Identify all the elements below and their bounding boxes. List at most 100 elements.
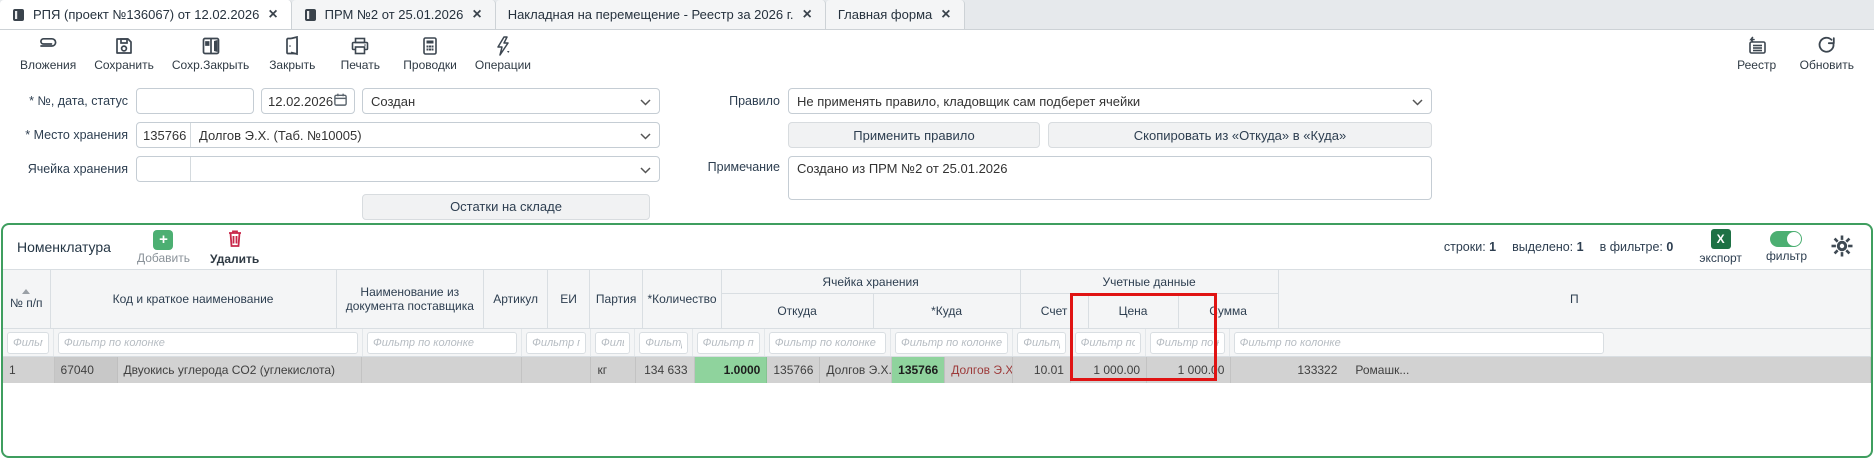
plus-icon: + <box>153 230 173 250</box>
filter-input-code-name[interactable] <box>58 332 358 354</box>
tab-transfer-registry[interactable]: Накладная на перемещение - Реестр за 202… <box>496 0 826 29</box>
rows-count: 1 <box>1489 240 1496 254</box>
lightning-icon <box>494 36 512 56</box>
column-header-doc-name[interactable]: Наименование из документа поставщика <box>337 270 484 328</box>
stock-balance-button[interactable]: Остатки на складе <box>362 194 650 220</box>
cell-price[interactable]: 1 000.00 <box>1071 357 1147 383</box>
storage-cell-select[interactable] <box>136 156 660 182</box>
column-header-to[interactable]: *Куда <box>874 294 1021 328</box>
close-icon[interactable]: × <box>471 7 482 23</box>
storage-place-name: Долгов Э.Х. (Таб. №10005) <box>191 123 640 147</box>
filter-input-receiver[interactable] <box>1234 332 1604 354</box>
column-header-batch[interactable]: Партия <box>590 270 644 328</box>
chevron-down-icon <box>640 94 651 109</box>
tab-main-form[interactable]: Главная форма × <box>826 0 965 29</box>
close-icon[interactable]: × <box>801 7 812 23</box>
column-header-num[interactable]: № п/п <box>3 270 51 328</box>
document-form: * №, дата, статус 12.02.2026 Создан <box>0 78 1874 223</box>
column-header-price[interactable]: Цена <box>1089 294 1179 328</box>
cell-account[interactable]: 10.01 <box>1013 357 1071 383</box>
document-icon <box>12 8 25 22</box>
close-icon[interactable]: × <box>940 7 951 23</box>
tab-label: Главная форма <box>838 7 932 22</box>
doc-status-select[interactable]: Создан <box>362 88 660 114</box>
column-header-article[interactable]: Артикул <box>484 270 548 328</box>
operations-button[interactable]: Операции <box>469 34 537 74</box>
group-header-accounting: Учетные данные <box>1021 270 1279 294</box>
attachments-button[interactable]: Вложения <box>14 34 82 74</box>
save-icon <box>114 36 134 56</box>
column-header-from[interactable]: Откуда <box>722 294 874 328</box>
cell-num[interactable]: 1 <box>3 357 55 383</box>
filter-input-qty[interactable] <box>697 332 760 354</box>
delete-row-button[interactable]: Удалить <box>210 228 259 266</box>
cell-code: 67040 <box>55 357 118 383</box>
cell-receiver-code: 133322 <box>1231 357 1343 383</box>
storage-place-label: * Место хранения <box>0 128 128 142</box>
storage-place-code: 135766 <box>137 123 191 147</box>
column-header-qty[interactable]: *Количество <box>643 270 721 328</box>
doc-number-input[interactable] <box>136 88 254 114</box>
filter-input-account[interactable] <box>1017 332 1065 354</box>
cell-batch[interactable]: 134 633 <box>636 357 694 383</box>
cell-to[interactable]: 135766 Долгов Э.Х. (Т... <box>892 357 1013 383</box>
doc-date-field[interactable]: 12.02.2026 <box>261 88 355 114</box>
add-row-button[interactable]: + Добавить <box>137 230 190 265</box>
cell-article[interactable] <box>522 357 592 383</box>
registry-button[interactable]: Реестр <box>1726 34 1788 74</box>
tab-prm[interactable]: ПРМ №2 от 25.01.2026 × <box>292 0 496 29</box>
storage-place-select[interactable]: 135766 Долгов Э.Х. (Таб. №10005) <box>136 122 660 148</box>
refresh-icon <box>1817 36 1837 56</box>
storage-cell-name <box>191 157 640 181</box>
filter-input-unit[interactable] <box>595 332 630 354</box>
selected-count: 1 <box>1577 240 1584 254</box>
rule-select[interactable]: Не применять правило, кладовщик сам подб… <box>788 88 1432 114</box>
cell-qty[interactable]: 1.0000 <box>695 357 768 383</box>
save-close-icon <box>201 36 221 56</box>
filter-input-to[interactable] <box>895 332 1008 354</box>
grid-stats: строки: 1 выделено: 1 в фильтре: 0 <box>1444 240 1673 254</box>
filter-input-price[interactable] <box>1075 332 1141 354</box>
filter-toggle[interactable]: фильтр <box>1766 231 1807 263</box>
column-header-sum[interactable]: Сумма <box>1179 294 1279 328</box>
nomenclature-panel: Номенклатура + Добавить Удалить строки: … <box>1 223 1873 458</box>
table-row[interactable]: 1 67040 Двуокись углерода CO2 (углекисло… <box>3 357 1871 383</box>
trash-icon <box>226 228 244 251</box>
tab-bar: РПЯ (проект №136067) от 12.02.2026 × ПРМ… <box>0 0 1874 30</box>
excel-export-button[interactable]: X экспорт <box>1699 229 1742 265</box>
doc-number-label: * №, дата, статус <box>0 94 128 108</box>
filter-row <box>3 329 1871 357</box>
copy-from-to-button[interactable]: Скопировать из «Откуда» в «Куда» <box>1048 122 1432 148</box>
apply-rule-button[interactable]: Применить правило <box>788 122 1040 148</box>
filter-input-sum[interactable] <box>1150 332 1225 354</box>
filter-input-doc-name[interactable] <box>367 332 517 354</box>
column-header-unit[interactable]: ЕИ <box>548 270 590 328</box>
save-button[interactable]: Сохранить <box>88 34 160 74</box>
cell-unit[interactable]: кг <box>591 357 636 383</box>
cell-from-name: Долгов Э.Х. (Т... <box>820 357 892 383</box>
column-header-receiver[interactable]: П <box>1279 270 1871 328</box>
cell-receiver[interactable]: 133322 Ромашк... <box>1231 357 1871 383</box>
cell-sum[interactable]: 1 000.00 <box>1147 357 1231 383</box>
close-button[interactable]: Закрыть <box>261 34 323 74</box>
filter-input-article[interactable] <box>526 332 586 354</box>
close-icon[interactable]: × <box>267 7 278 23</box>
refresh-button[interactable]: Обновить <box>1794 34 1860 74</box>
filter-input-batch[interactable] <box>639 332 687 354</box>
cell-code-name[interactable]: 67040 Двуокись углерода CO2 (углекислота… <box>55 357 363 383</box>
column-header-account[interactable]: Счет <box>1021 294 1089 328</box>
save-close-button[interactable]: Сохр.Закрыть <box>166 34 255 74</box>
nomenclature-table: № п/п Код и краткое наименование Наимено… <box>3 269 1871 383</box>
postings-button[interactable]: Проводки <box>397 34 463 74</box>
cell-from[interactable]: 135766 Долгов Э.Х. (Т... <box>767 357 892 383</box>
note-textarea[interactable]: Создано из ПРМ №2 от 25.01.2026 <box>788 156 1432 200</box>
filter-input-from[interactable] <box>769 332 886 354</box>
filter-input-num[interactable] <box>7 332 49 354</box>
cell-to-name: Долгов Э.Х. (Т... <box>945 357 1013 383</box>
document-icon <box>304 8 317 22</box>
tab-rpya-project[interactable]: РПЯ (проект №136067) от 12.02.2026 × <box>0 0 292 29</box>
cell-doc-name[interactable] <box>362 357 522 383</box>
print-button[interactable]: Печать <box>329 34 391 74</box>
grid-settings-button[interactable] <box>1831 235 1853 260</box>
column-header-code-name[interactable]: Код и краткое наименование <box>51 270 337 328</box>
